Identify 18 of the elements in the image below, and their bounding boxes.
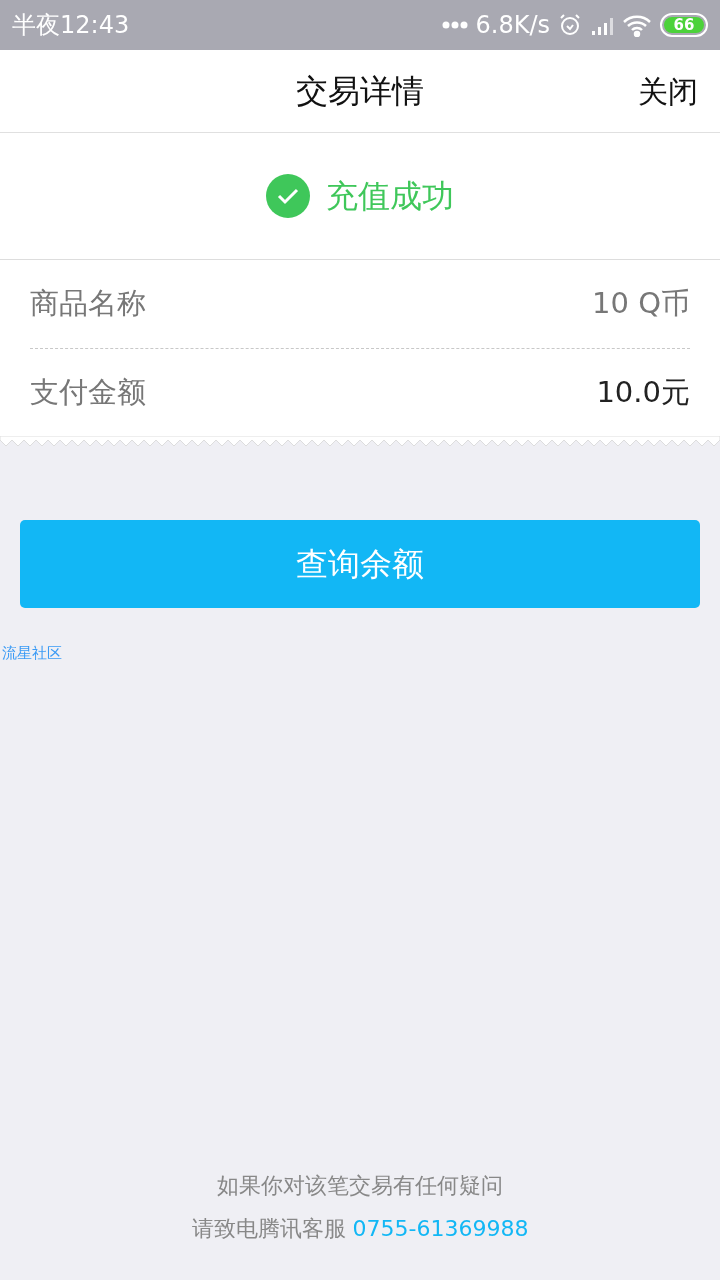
network-speed: 6.8K/s — [475, 13, 550, 37]
battery-level: 66 — [664, 17, 704, 33]
detail-label: 支付金额 — [30, 373, 146, 411]
page-title: 交易详情 — [296, 71, 424, 112]
detail-label: 商品名称 — [30, 285, 146, 323]
alarm-icon — [558, 13, 582, 37]
more-icon — [441, 21, 468, 29]
community-link[interactable]: 流星社区 — [2, 642, 62, 665]
clock: 半夜12:43 — [12, 13, 130, 37]
check-balance-button[interactable]: 查询余额 — [20, 520, 700, 608]
phone-link[interactable]: 0755-61369988 — [352, 1216, 529, 1241]
detail-value: 10 Q币 — [592, 285, 690, 323]
help-text: 请致电腾讯客服 — [191, 1216, 346, 1241]
detail-value: 10.0元 — [596, 373, 690, 411]
wifi-icon — [622, 13, 652, 37]
status-message: 充值成功 — [326, 176, 454, 217]
close-button[interactable]: 关闭 — [638, 68, 698, 114]
help-text: 如果你对该笔交易有任何疑问 — [217, 1173, 503, 1198]
